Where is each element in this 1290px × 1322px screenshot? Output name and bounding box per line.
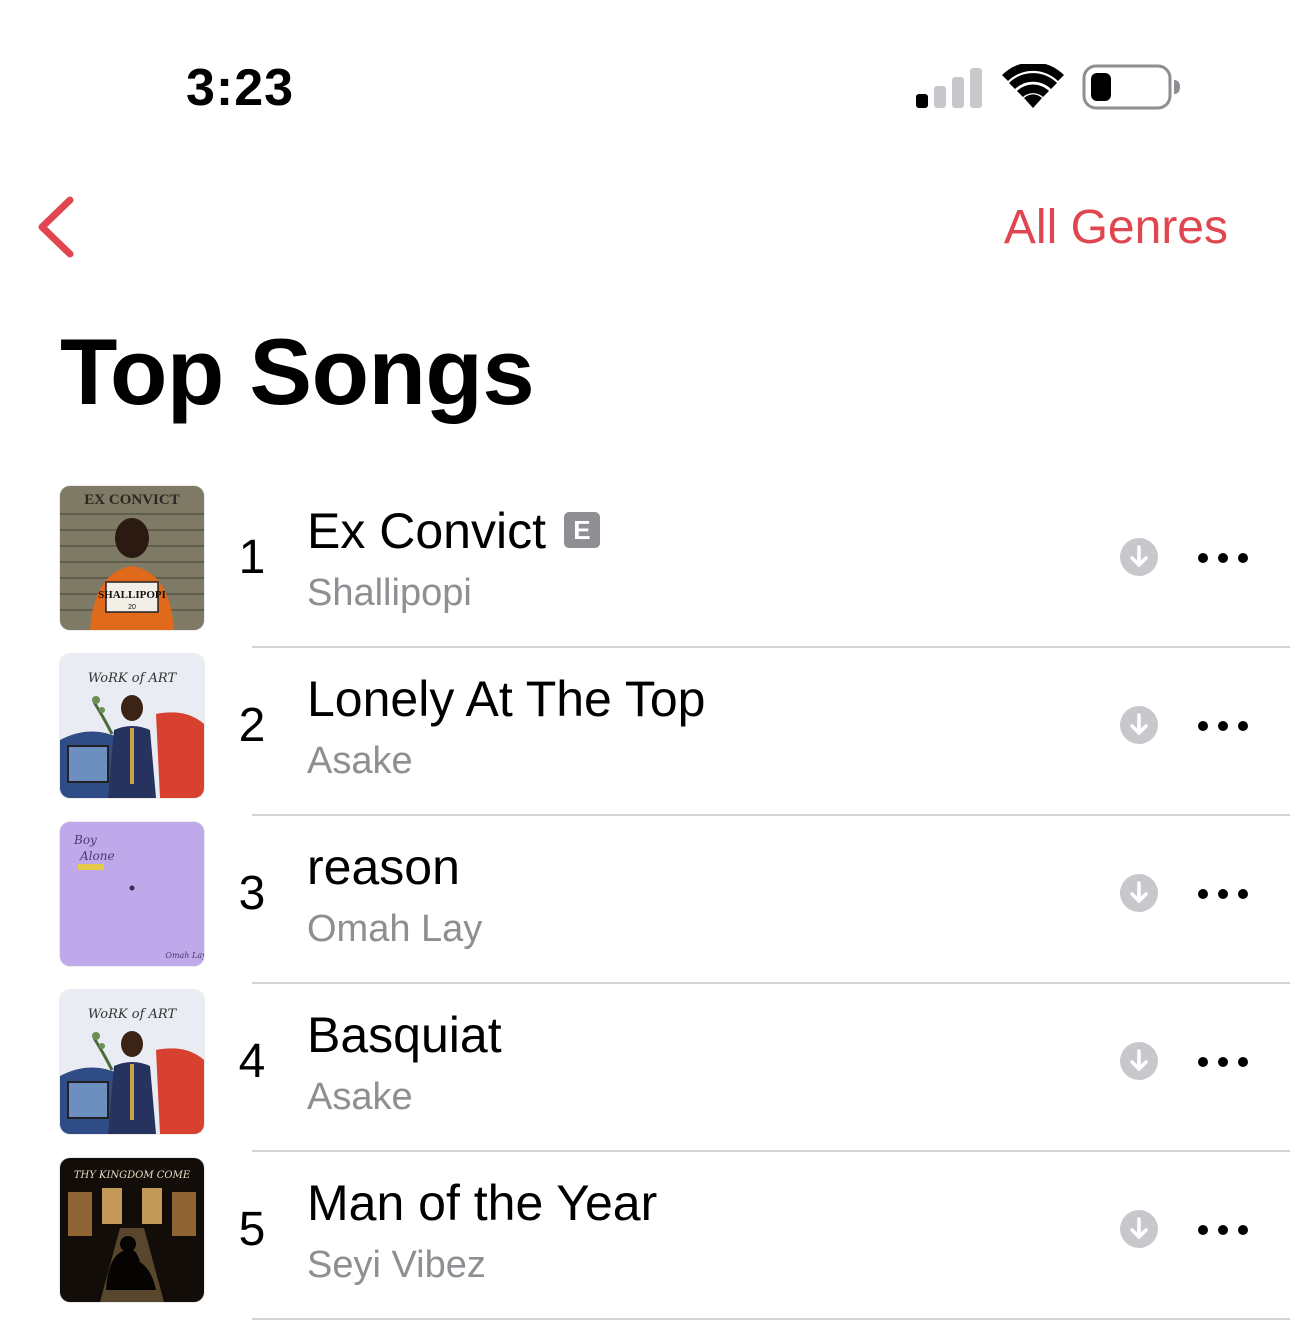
download-icon[interactable] (1120, 874, 1158, 912)
more-options-icon[interactable] (1192, 540, 1254, 576)
download-icon[interactable] (1120, 538, 1158, 576)
svg-text:WoRK of ART: WoRK of ART (88, 671, 178, 686)
more-options-icon[interactable] (1192, 876, 1254, 912)
svg-text:Omah Lay: Omah Lay (165, 951, 204, 960)
song-rank: 4 (238, 1035, 266, 1088)
song-title-text: Ex Convict (307, 503, 546, 559)
song-row[interactable]: EX CONVICT SHALLIPOPI 20 1 Ex Convict E S… (0, 480, 1290, 648)
song-artist: Asake (307, 740, 413, 782)
song-row[interactable]: THY KINGDOM COME 5 Man of the Year Seyi … (0, 1152, 1290, 1320)
status-bar: 3:23 (0, 0, 1290, 150)
song-title: Man of the Year (307, 1175, 658, 1231)
song-row[interactable]: WoRK of ART 4 Basquiat Asake (0, 984, 1290, 1152)
song-title: Ex Convict E (307, 502, 600, 560)
svg-text:20: 20 (128, 604, 136, 611)
boy-alone-artwork: Boy Alone Omah Lay (60, 822, 204, 966)
song-rank: 3 (238, 867, 266, 920)
song-title: reason (307, 839, 460, 895)
song-artist: Asake (307, 1076, 413, 1118)
more-options-icon[interactable] (1192, 708, 1254, 744)
song-row[interactable]: Boy Alone Omah Lay 3 reason Omah Lay (0, 816, 1290, 984)
battery-icon (1082, 64, 1180, 110)
song-row[interactable]: WoRK of ART 2 Lonely At The Top Asake (0, 648, 1290, 816)
page-title: Top Songs (60, 319, 535, 424)
song-title: Lonely At The Top (307, 671, 706, 727)
svg-text:EX CONVICT: EX CONVICT (84, 492, 179, 508)
svg-text:Boy: Boy (73, 833, 97, 847)
row-divider (252, 1318, 1290, 1320)
svg-text:SHALLIPOPI: SHALLIPOPI (98, 589, 166, 601)
download-icon[interactable] (1120, 1210, 1158, 1248)
more-options-icon[interactable] (1192, 1044, 1254, 1080)
work-of-art-artwork: WoRK of ART (60, 990, 204, 1134)
back-button[interactable] (28, 192, 88, 262)
song-title: Basquiat (307, 1007, 502, 1063)
song-artist: Omah Lay (307, 908, 483, 950)
song-artist: Shallipopi (307, 572, 472, 614)
svg-text:Alone: Alone (79, 849, 115, 863)
chevron-left-icon (38, 196, 74, 258)
download-icon[interactable] (1120, 1042, 1158, 1080)
song-rank: 5 (238, 1203, 266, 1256)
song-rank: 2 (238, 699, 266, 752)
explicit-badge: E (563, 511, 600, 548)
status-time: 3:23 (186, 59, 295, 117)
song-list: EX CONVICT SHALLIPOPI 20 1 Ex Convict E S… (0, 480, 1290, 1320)
svg-text:THY KINGDOM COME: THY KINGDOM COME (74, 1170, 191, 1181)
work-of-art-artwork: WoRK of ART (60, 654, 204, 798)
song-artist: Seyi Vibez (307, 1244, 486, 1286)
svg-text:WoRK of ART: WoRK of ART (88, 1007, 178, 1022)
cellular-signal-icon (916, 68, 982, 108)
more-options-icon[interactable] (1192, 1212, 1254, 1248)
all-genres-button[interactable]: All Genres (1004, 200, 1228, 255)
download-icon[interactable] (1120, 706, 1158, 744)
thy-kingdom-come-artwork: THY KINGDOM COME (60, 1158, 204, 1302)
wifi-icon (1002, 64, 1064, 108)
ex-convict-artwork: EX CONVICT SHALLIPOPI 20 (60, 486, 204, 630)
song-rank: 1 (238, 531, 266, 584)
